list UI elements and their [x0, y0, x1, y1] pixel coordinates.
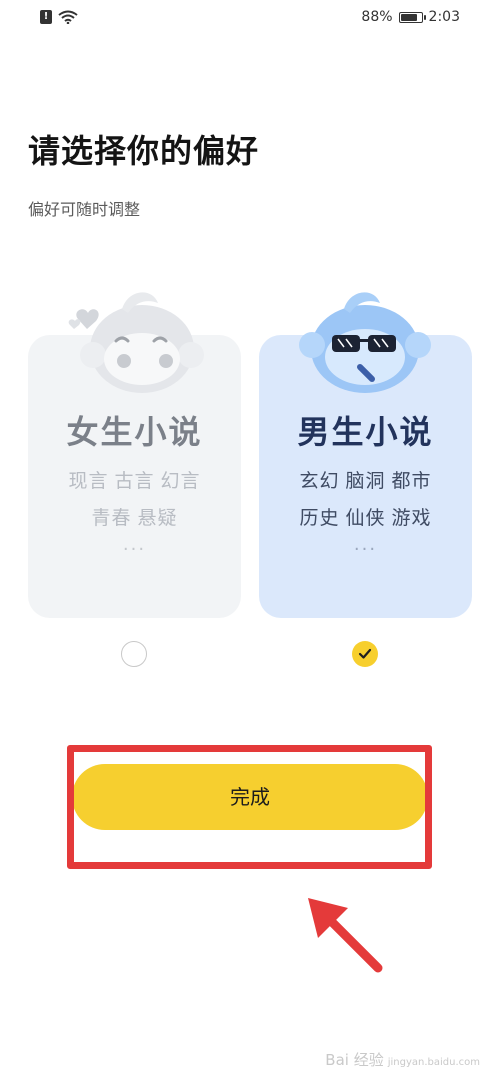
more-ellipsis: ··· [353, 539, 378, 560]
genre-tag: 古言 [114, 470, 155, 492]
female-radio[interactable] [121, 641, 147, 667]
card-title: 男生小说 [297, 413, 434, 451]
genre-tag: 现言 [68, 470, 109, 492]
genre-tag: 青春 [91, 507, 132, 529]
clock: 2:03 [428, 9, 460, 25]
page-title: 请选择你的偏好 [28, 132, 260, 170]
status-bar: ! 88% 2:03 [0, 0, 500, 40]
card-title: 女生小说 [66, 413, 203, 451]
annotation-arrow-icon [308, 898, 383, 973]
genre-tag: 都市 [391, 470, 432, 492]
battery-icon [398, 11, 426, 23]
wifi-icon [58, 10, 78, 24]
alert-sim-icon: ! [40, 10, 52, 24]
male-radio-checked[interactable] [352, 641, 378, 667]
genre-tag: 幻言 [160, 470, 201, 492]
tag-row: 青春 悬疑 [28, 503, 241, 530]
watermark-url: jingyan.baidu.com [387, 1057, 480, 1068]
male-mascot-illustration [299, 292, 431, 393]
checkmark-icon [358, 648, 372, 659]
page-subtitle: 偏好可随时调整 [28, 200, 141, 219]
genre-tag: 游戏 [391, 507, 432, 529]
female-mascot-illustration [68, 292, 204, 393]
status-right: 88% 2:03 [361, 9, 460, 25]
battery-fill [400, 13, 418, 21]
genre-tag: 历史 [299, 507, 340, 529]
tag-row: 现言 古言 幻言 [28, 466, 241, 493]
genre-tag: 悬疑 [137, 507, 178, 529]
annotation-highlight-box [67, 745, 432, 869]
tag-row: 玄幻 脑洞 都市 [259, 466, 472, 493]
watermark-text: Bai 经验 [325, 1051, 384, 1069]
genre-tag: 仙侠 [345, 507, 386, 529]
tag-row: 历史 仙侠 游戏 [259, 503, 472, 530]
genre-tag: 玄幻 [299, 470, 340, 492]
more-ellipsis: ··· [122, 539, 147, 560]
watermark: Bai 经验 jingyan.baidu.com [325, 1049, 480, 1070]
battery-percent: 88% [361, 9, 393, 25]
genre-tag: 脑洞 [345, 470, 386, 492]
status-left: ! [40, 10, 78, 24]
